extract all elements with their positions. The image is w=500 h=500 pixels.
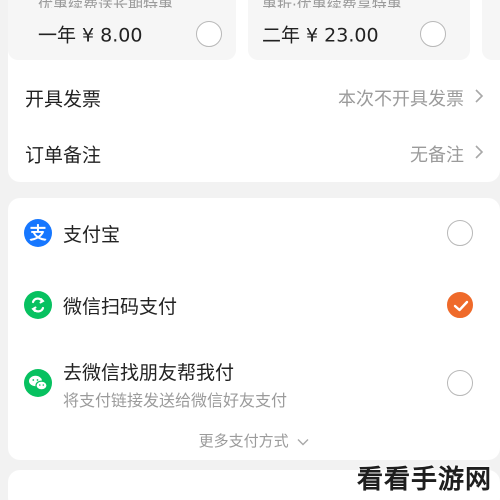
- plan-price: 二年 ¥ 23.00: [262, 24, 379, 47]
- plan-radio[interactable]: [420, 21, 446, 47]
- payment-radio-alipay[interactable]: [447, 220, 473, 246]
- plan-promo-text: 优惠续费送长期特惠: [38, 0, 173, 8]
- plan-promo-text: 惠折·优惠续费享特惠: [262, 0, 402, 8]
- payment-option-subtitle: 将支付链接发送给微信好友支付: [63, 391, 288, 410]
- chevron-down-icon: [297, 438, 309, 445]
- alipay-icon: 支: [24, 219, 52, 247]
- invoice-row[interactable]: 开具发票 本次不开具发票: [8, 70, 500, 126]
- plan-card-1-year[interactable]: 优惠续费送长期特惠 一年 ¥ 8.00: [8, 0, 236, 60]
- chevron-right-icon: [474, 144, 484, 164]
- payment-option-title: 微信扫码支付: [63, 296, 178, 318]
- payment-option-alipay[interactable]: 支 支付宝: [8, 198, 500, 268]
- more-payment-label: 更多支付方式: [198, 432, 289, 450]
- remark-label: 订单备注: [25, 144, 102, 167]
- plan-card-next[interactable]: [482, 0, 500, 60]
- remark-value: 无备注: [410, 145, 464, 166]
- payment-radio-wechat-friend[interactable]: [447, 370, 473, 396]
- payment-option-wechat-friend[interactable]: 去微信找朋友帮我付 将支付链接发送给微信好友支付: [8, 348, 500, 420]
- watermark-logo: 看看手游网: [356, 465, 492, 495]
- invoice-label: 开具发票: [25, 88, 102, 111]
- order-options-card: 优惠续费送长期特惠 一年 ¥ 8.00 惠折·优惠续费享特惠 二年 ¥ 23.0…: [8, 0, 500, 182]
- invoice-value: 本次不开具发票: [338, 89, 464, 110]
- remark-row[interactable]: 订单备注 无备注: [8, 126, 500, 182]
- svg-text:支: 支: [30, 223, 48, 244]
- wechat-scan-icon: [24, 291, 52, 319]
- plan-price: 一年 ¥ 8.00: [38, 24, 143, 47]
- payment-radio-wechat-scan[interactable]: [447, 292, 473, 318]
- checkmark-icon: [453, 300, 469, 312]
- payment-option-title: 去微信找朋友帮我付: [63, 362, 235, 384]
- chevron-right-icon: [474, 88, 484, 108]
- wechat-friend-icon: [24, 369, 52, 397]
- plan-radio[interactable]: [196, 21, 222, 47]
- payment-option-title: 支付宝: [63, 224, 121, 246]
- payment-option-wechat-scan[interactable]: 微信扫码支付: [8, 270, 500, 342]
- payment-methods-card: 支 支付宝 微信扫码支付 去微信找朋友帮我付 将支付链接发送给微信好友支付 更多…: [8, 198, 500, 460]
- plan-card-2-year[interactable]: 惠折·优惠续费享特惠 二年 ¥ 23.00: [248, 0, 470, 60]
- more-payment-methods-button[interactable]: 更多支付方式: [8, 430, 500, 451]
